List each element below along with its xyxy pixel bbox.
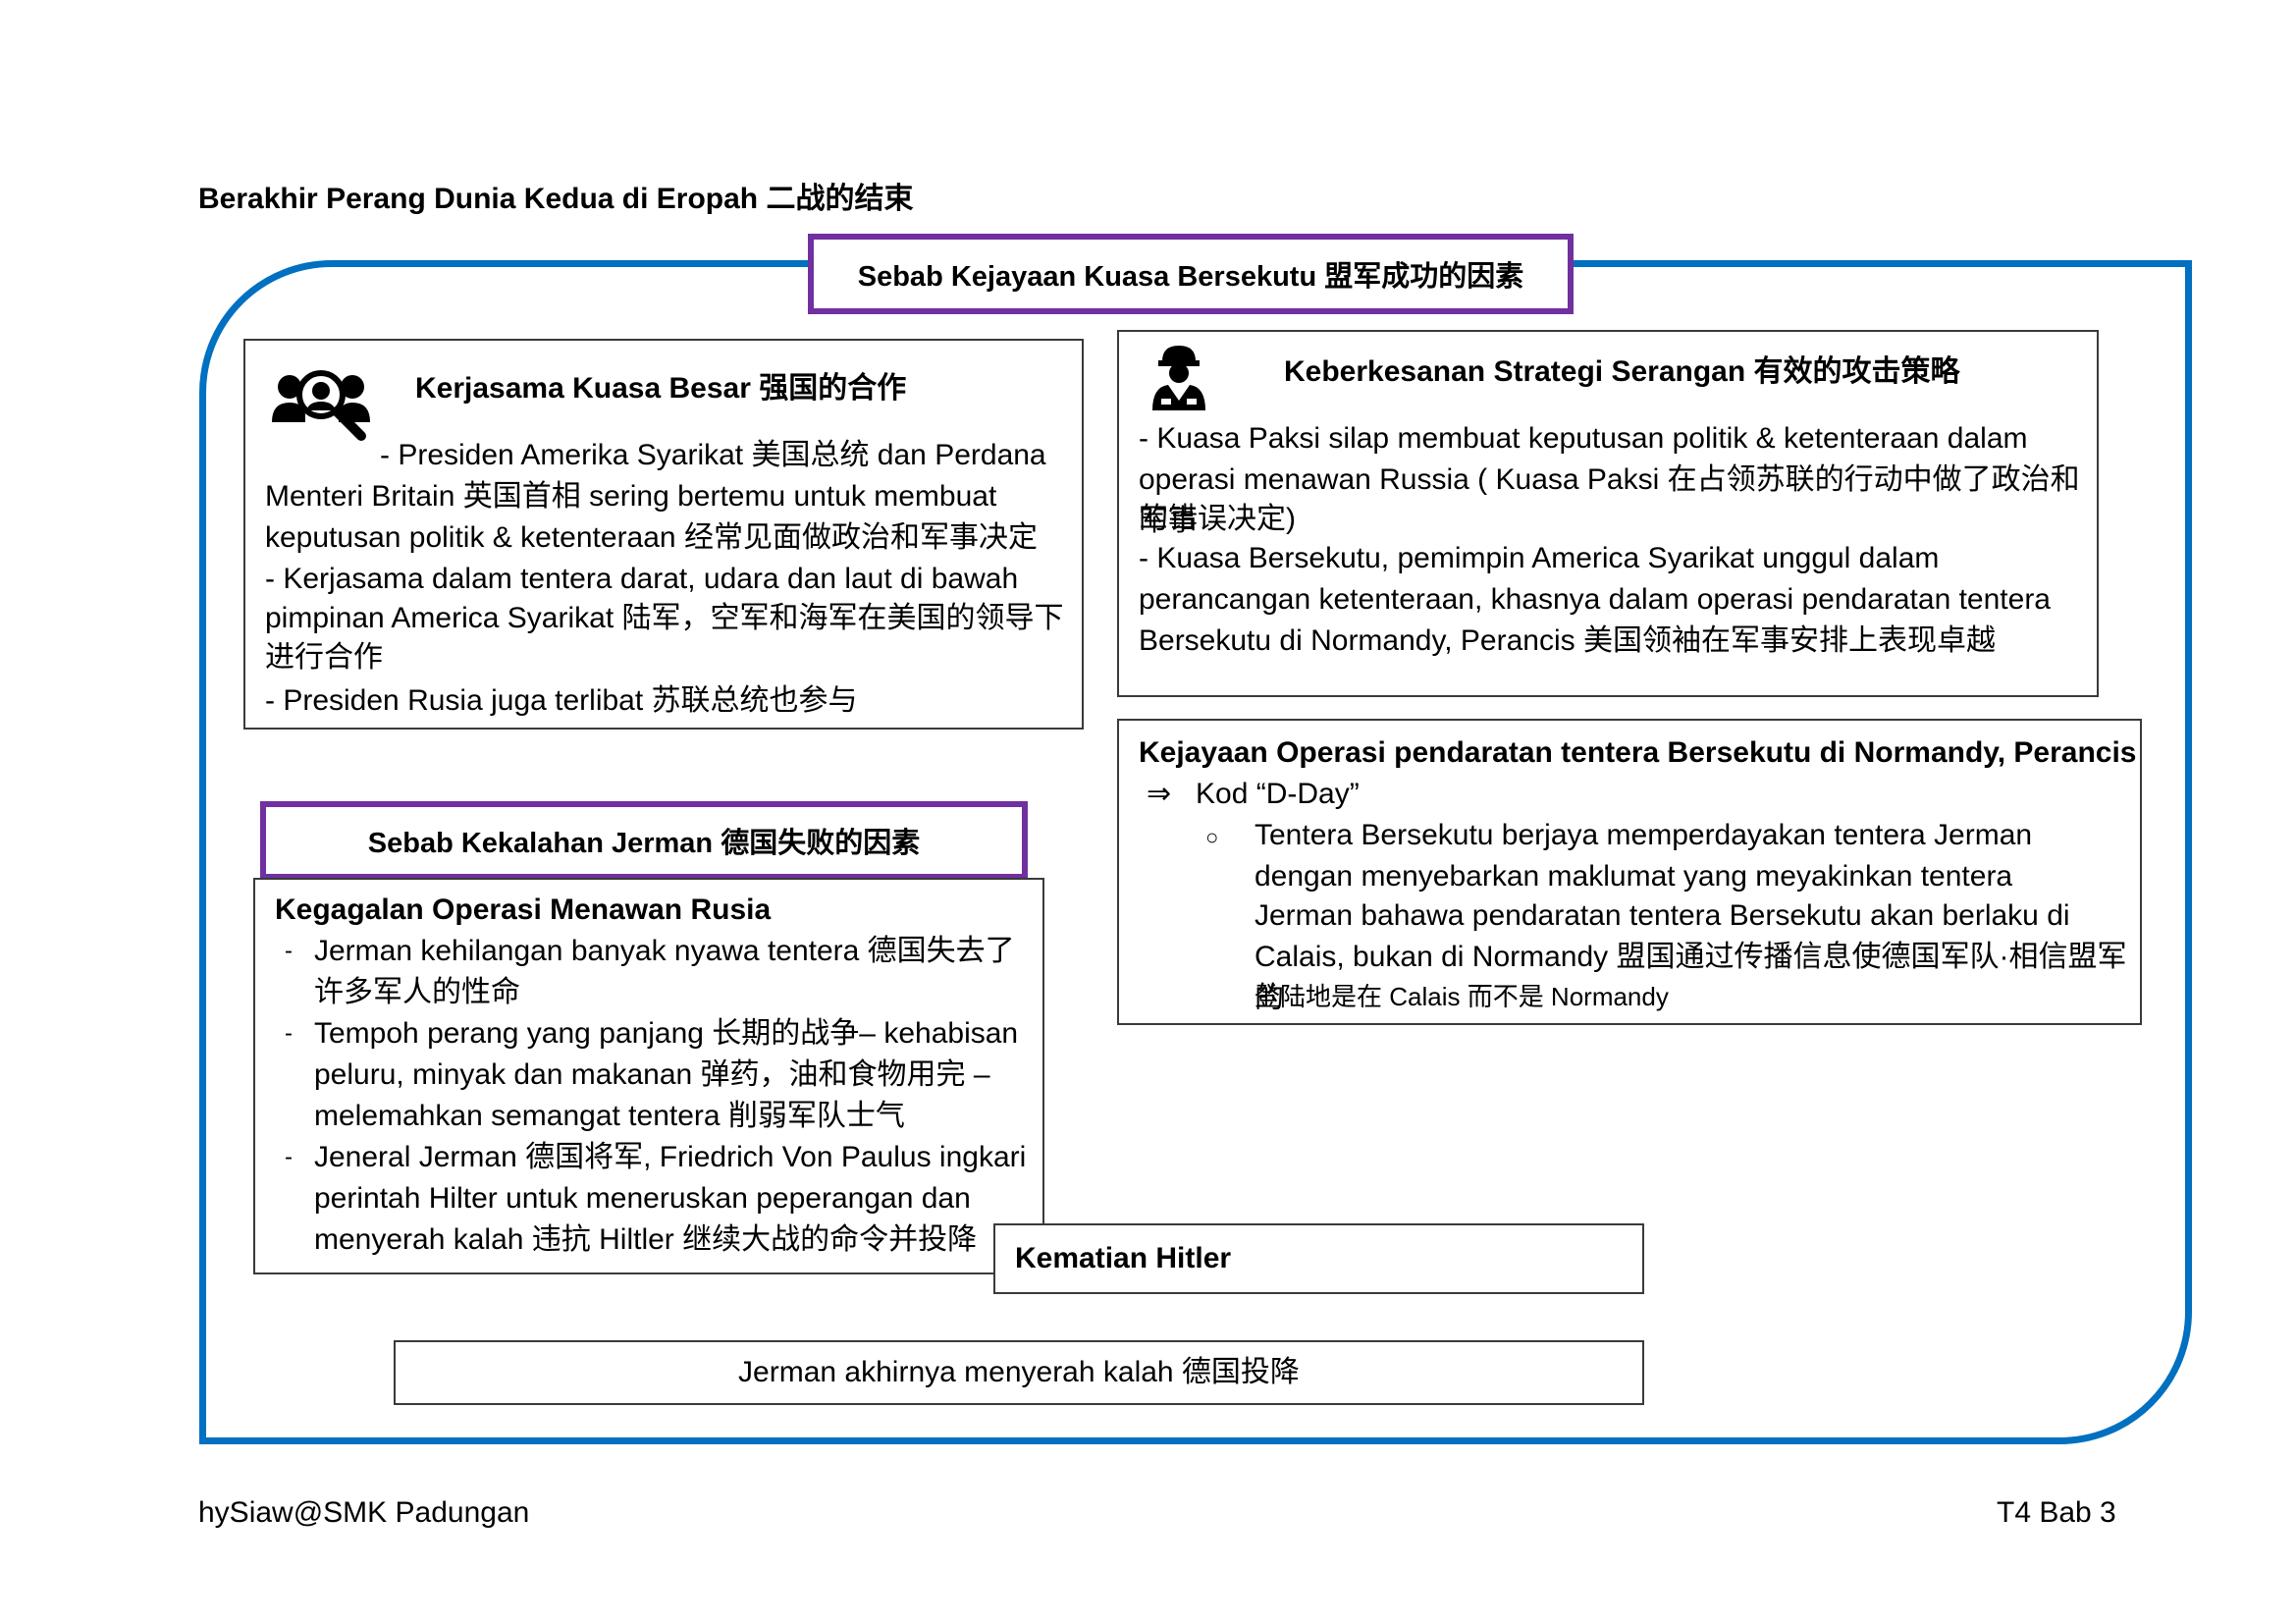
hitler-death-label: Kematian Hitler — [1015, 1242, 1232, 1274]
normandy-heading: Kejayaan Operasi pendaratan tentera Bers… — [1139, 736, 2137, 769]
cooperation-line: 进行合作 — [265, 641, 383, 674]
list-item: Jeneral Jerman 德国将军, Friedrich Von Paulu… — [255, 1137, 1031, 1261]
cooperation-line: keputusan politik & ketenteraan 经常见面做政治和… — [265, 521, 1038, 554]
defeat-header: Sebab Kekalahan Jerman 德国失败的因素 — [260, 801, 1028, 880]
page-title: Berakhir Perang Dunia Kedua di Eropah 二战… — [198, 183, 914, 215]
cooperation-heading: Kerjasama Kuasa Besar 强国的合作 — [415, 372, 907, 405]
strategy-heading: Keberkesanan Strategi Serangan 有效的攻击策略 — [1284, 355, 1960, 388]
list-item: Jerman kehilangan banyak nyawa tentera 德… — [255, 931, 1031, 1013]
conclusion-label: Jerman akhirnya menyerah kalah 德国投降 — [738, 1356, 1300, 1388]
footer-author: hySiaw@SMK Padungan — [198, 1496, 530, 1529]
success-header: Sebab Kejayaan Kuasa Bersekutu 盟军成功的因素 — [808, 234, 1574, 314]
russia-failure-heading: Kegagalan Operasi Menawan Rusia — [275, 893, 772, 926]
normandy-line: 登陆地是在 Calais 而不是 Normandy — [1255, 982, 1669, 1011]
conclusion-box: Jerman akhirnya menyerah kalah 德国投降 — [394, 1340, 1644, 1405]
list-item: Tempoh perang yang panjang 长期的战争– kehabi… — [255, 1013, 1031, 1137]
soldier-icon — [1148, 342, 1209, 412]
dday-code: Kod “D-Day” — [1196, 778, 1360, 810]
strategy-line: Bersekutu di Normandy, Perancis 美国领袖在军事安… — [1139, 624, 1996, 657]
normandy-line: Jerman bahawa pendaratan tentera Berseku… — [1255, 899, 2070, 932]
normandy-line: dengan menyebarkan maklumat yang meyakin… — [1255, 860, 2013, 893]
cooperation-line: - Kerjasama dalam tentera darat, udara d… — [265, 563, 1019, 595]
hitler-death-box: Kematian Hitler — [993, 1223, 1644, 1294]
normandy-line: Tentera Bersekutu berjaya memperdayakan … — [1255, 819, 2033, 851]
circle-bullet-icon: ○ — [1205, 825, 1219, 849]
people-search-icon — [270, 365, 378, 449]
normandy-box: Kejayaan Operasi pendaratan tentera Bers… — [1117, 719, 2142, 1025]
russia-failure-list: Jerman kehilangan banyak nyawa tentera 德… — [255, 931, 1031, 1261]
strategy-line: - Kuasa Bersekutu, pemimpin America Syar… — [1139, 542, 1940, 574]
strategy-box: Keberkesanan Strategi Serangan 有效的攻击策略 -… — [1117, 330, 2099, 697]
arrow-icon: ⇒ — [1147, 778, 1172, 810]
russia-failure-box: Kegagalan Operasi Menawan Rusia Jerman k… — [253, 878, 1044, 1274]
cooperation-line: pimpinan America Syarikat 陆军，空军和海军在美国的领导… — [265, 602, 1064, 634]
strategy-line: 的错误决定) — [1139, 503, 1296, 535]
cooperation-line: - Presiden Rusia juga terlibat 苏联总统也参与 — [265, 684, 858, 717]
footer-chapter: T4 Bab 3 — [1997, 1496, 2116, 1529]
cooperation-line: Menteri Britain 英国首相 sering bertemu untu… — [265, 480, 997, 513]
cooperation-line: - Presiden Amerika Syarikat 美国总统 dan Per… — [380, 439, 1046, 471]
cooperation-box: Kerjasama Kuasa Besar 强国的合作 - Presiden A… — [243, 339, 1084, 730]
strategy-line: - Kuasa Paksi silap membuat keputusan po… — [1139, 422, 2028, 455]
strategy-line: perancangan ketenteraan, khasnya dalam o… — [1139, 583, 2051, 616]
